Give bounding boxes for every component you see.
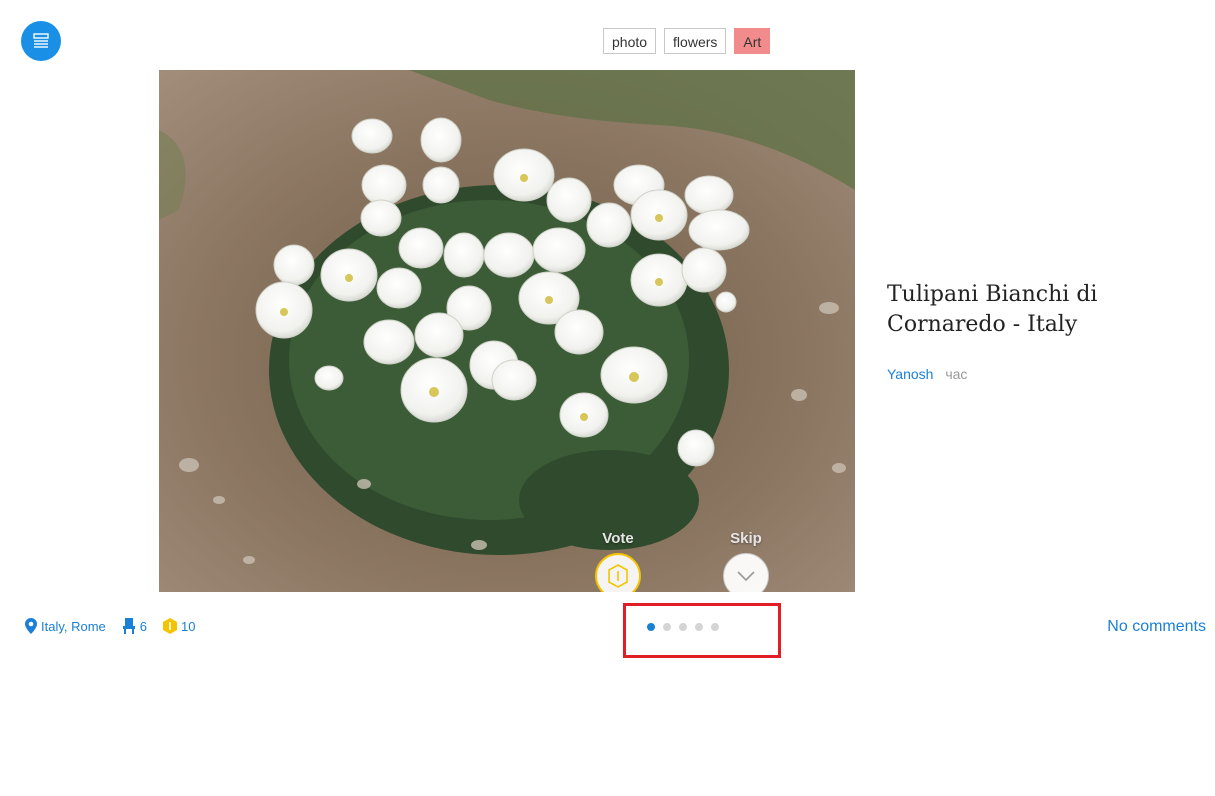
pagination-dot-2[interactable] (663, 623, 671, 631)
post-time: час (945, 366, 968, 382)
tag-list: photo flowers Art (603, 28, 771, 54)
pagination-dots (647, 623, 719, 631)
tag-art[interactable]: Art (734, 28, 771, 54)
post-meta: Italy, Rome 6 10 (25, 618, 211, 634)
post-byline: Yanosh час (887, 366, 967, 382)
tulips-photo-image (159, 70, 855, 592)
judges-count[interactable]: 6 (122, 618, 147, 634)
pagination-dot-4[interactable] (695, 623, 703, 631)
judge-chair-icon (122, 618, 135, 634)
skip-action: Skip (723, 530, 769, 592)
skip-label: Skip (730, 530, 762, 547)
vote-button[interactable] (595, 553, 641, 592)
coin-icon (163, 618, 178, 634)
location-text: Italy, Rome (41, 618, 106, 634)
judges-count-text: 6 (139, 618, 148, 634)
tag-flowers[interactable]: flowers (664, 28, 727, 54)
menu-icon (33, 33, 49, 48)
post-photo[interactable]: Vote Skip (159, 70, 855, 592)
pagination-dot-1[interactable] (647, 623, 655, 631)
author-link[interactable]: Yanosh (887, 366, 933, 382)
location-pin-icon (25, 618, 37, 634)
vote-action: Vote (595, 530, 641, 592)
tag-photo[interactable]: photo (603, 28, 657, 54)
chevron-down-icon (737, 571, 755, 582)
coins-count[interactable]: 10 (163, 618, 195, 634)
pagination-dot-5[interactable] (711, 623, 719, 631)
vote-label: Vote (602, 530, 634, 547)
coins-count-text: 10 (181, 618, 196, 634)
menu-button[interactable] (21, 21, 61, 61)
pagination-dot-3[interactable] (679, 623, 687, 631)
post-title: Tulipani Bianchi di Cornaredo - Italy (887, 282, 1098, 337)
skip-button[interactable] (723, 553, 769, 592)
location-link[interactable]: Italy, Rome (25, 618, 106, 634)
comments-link[interactable]: No comments (1107, 618, 1206, 636)
vote-coin-icon (608, 564, 628, 588)
post-page: photo flowers Art Vote Skip Tulipani Bia… (0, 0, 1215, 796)
